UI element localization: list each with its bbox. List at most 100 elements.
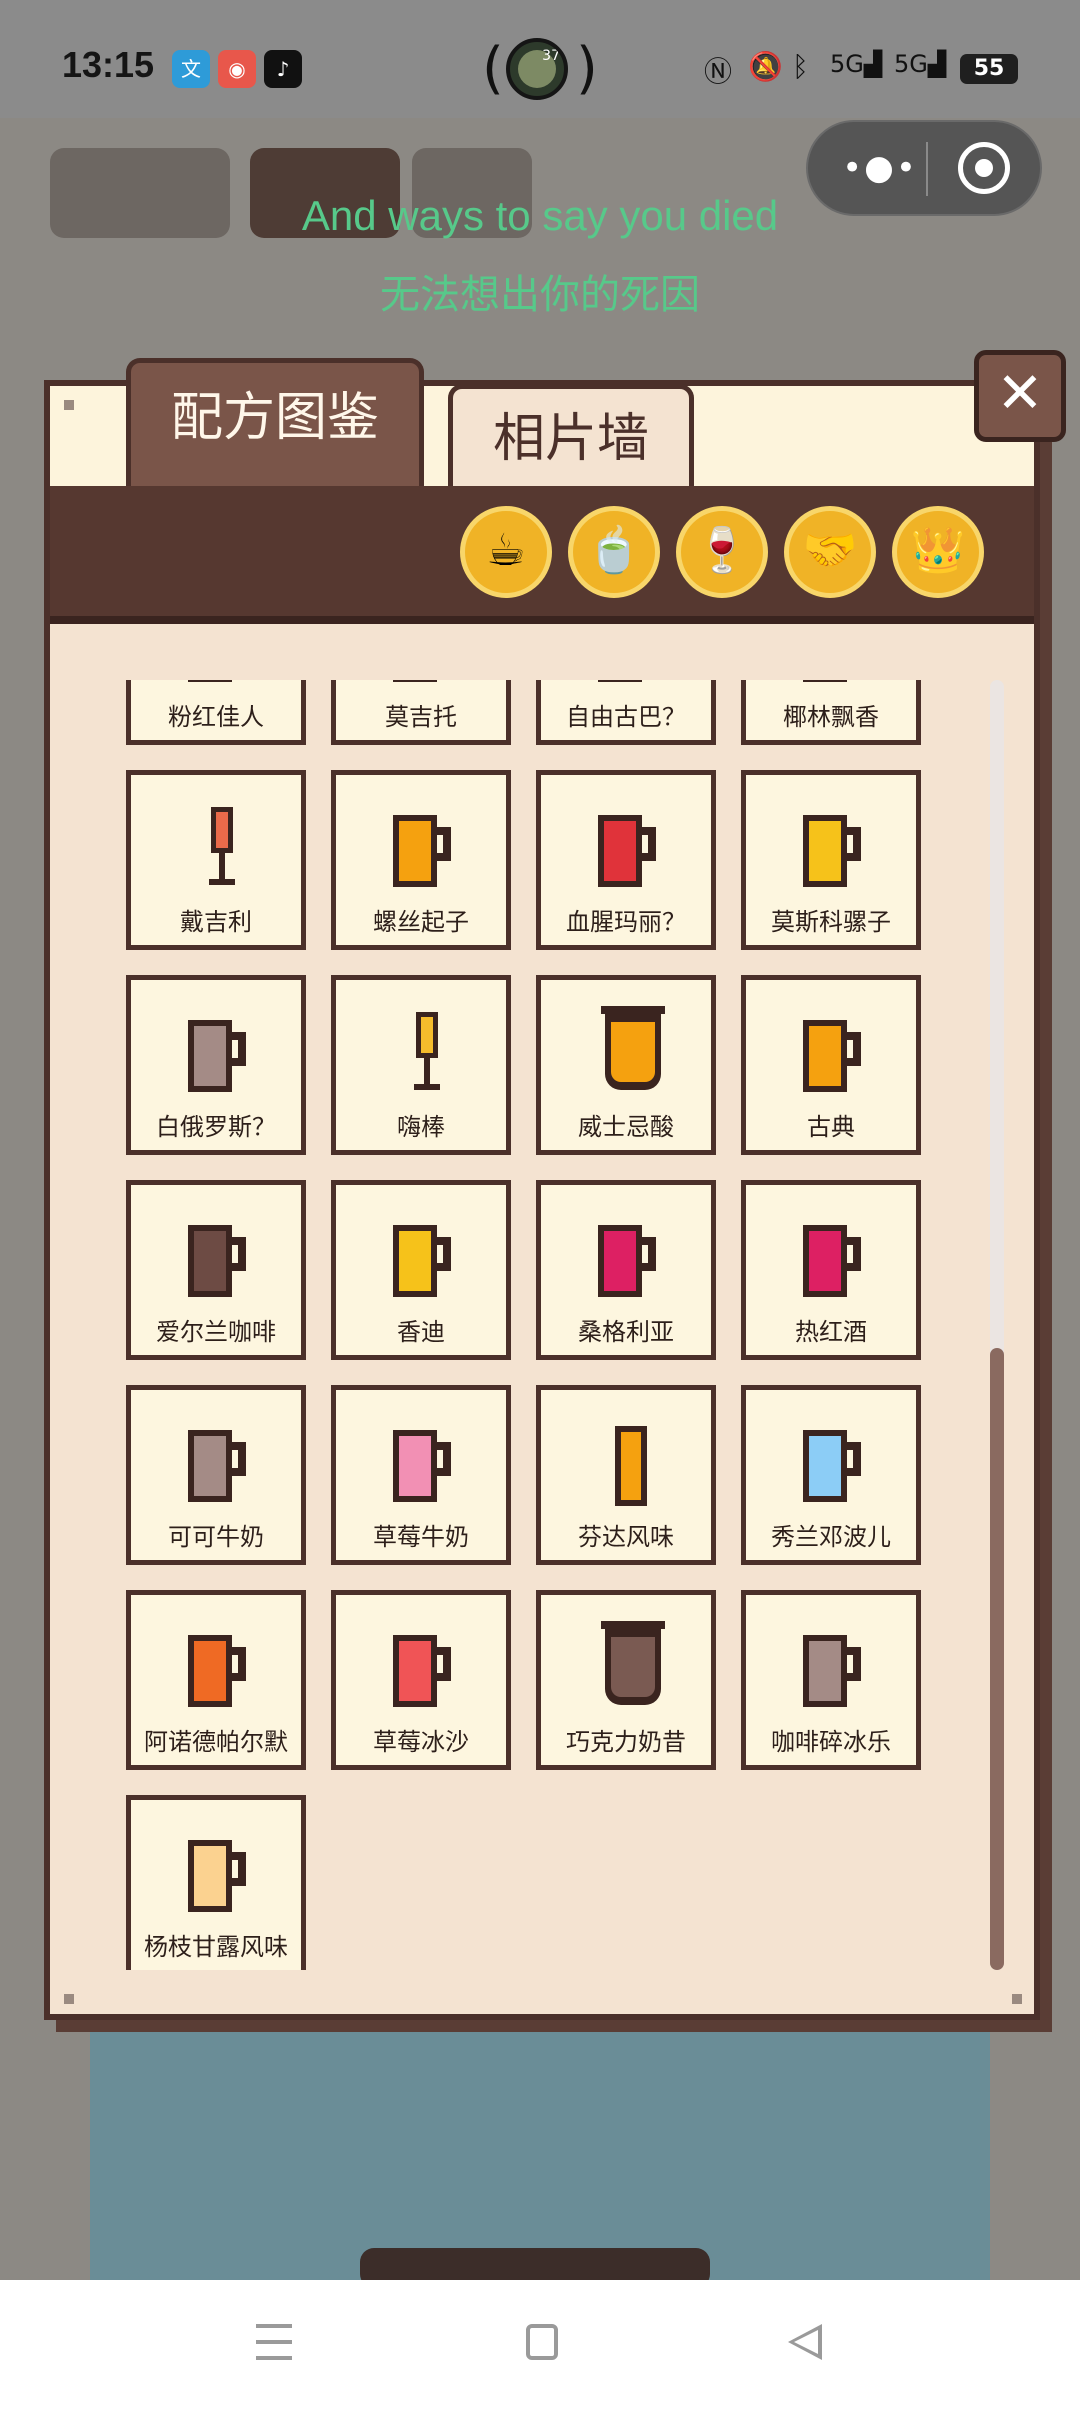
back-icon-inner <box>794 2330 818 2354</box>
corner-rivet <box>64 400 74 410</box>
recipe-name: 咖啡碎冰乐 <box>771 1728 891 1756</box>
stemmed-glass-icon <box>414 1012 440 1092</box>
clock: 13:15 <box>62 44 155 85</box>
stemmed-glass-icon <box>209 807 235 887</box>
recipe-card[interactable]: 戴吉利 <box>126 770 306 950</box>
recipe-name: 椰林飘香 <box>783 703 879 731</box>
recipe-name: 草莓冰沙 <box>373 1728 469 1756</box>
close-mini-program-button[interactable] <box>958 142 1010 194</box>
recipe-card[interactable]: 莫吉托 <box>331 680 511 745</box>
wine-icon[interactable]: 🍷 <box>676 506 768 598</box>
recipe-card[interactable]: 可可牛奶 <box>126 1385 306 1565</box>
recipe-name: 芬达风味 <box>578 1523 674 1551</box>
handshake-icon[interactable]: 🤝 <box>784 506 876 598</box>
mug-icon <box>393 1635 451 1707</box>
right-paren-icon: ) <box>576 36 598 101</box>
mug-icon <box>803 680 859 682</box>
scrollbar-track[interactable] <box>990 680 1004 1970</box>
recipe-card[interactable]: 自由古巴？ <box>536 680 716 745</box>
recipe-card[interactable]: 芬达风味 <box>536 1385 716 1565</box>
tea-icon[interactable]: 🍵 <box>568 506 660 598</box>
recipe-card[interactable]: 嗨棒 <box>331 975 511 1155</box>
close-button[interactable]: ✕ <box>974 350 1066 442</box>
left-paren-icon: ( <box>482 36 504 101</box>
recipe-card[interactable]: 威士忌酸 <box>536 975 716 1155</box>
mute-icon: 🔕 <box>748 50 783 83</box>
floating-avatar[interactable]: ( 37 ) <box>482 34 598 106</box>
home-icon[interactable] <box>526 2324 558 2360</box>
5g-signal-icon: 5G▟ <box>830 50 883 78</box>
avatar: 37 <box>506 38 568 100</box>
recipe-name: 可可牛奶 <box>168 1523 264 1551</box>
corner-rivet <box>64 1994 74 2004</box>
mug-icon <box>188 1840 246 1912</box>
recipe-card[interactable]: 螺丝起子 <box>331 770 511 950</box>
battery-icon: 55 <box>960 54 1018 84</box>
recipe-card[interactable]: 血腥玛丽？ <box>536 770 716 950</box>
recipe-card[interactable]: 热红酒 <box>741 1180 921 1360</box>
recipe-name: 自由古巴？ <box>566 703 686 731</box>
tall-glass-icon <box>615 1426 647 1506</box>
mug-icon <box>188 1225 246 1297</box>
recipe-grid[interactable]: 粉红佳人 莫吉托 自由古巴？ 椰林飘香戴吉利 螺丝起子 血腥玛丽？ 莫斯科骡子白俄罗斯？ 嗨棒… <box>126 680 986 1970</box>
recipe-name: 桑格利亚 <box>578 1318 674 1346</box>
more-options-button[interactable]: •●• <box>840 148 920 188</box>
recipe-card[interactable]: 香迪 <box>331 1180 511 1360</box>
tab-photo-wall[interactable]: 相片墙 <box>448 384 694 488</box>
wen-app-icon: 文 <box>172 50 210 88</box>
recipe-name: 血腥玛丽？ <box>566 908 686 936</box>
recipe-name: 香迪 <box>397 1318 445 1346</box>
recipe-card[interactable]: 杨枝甘露风味 <box>126 1795 306 1970</box>
avatar-badge: 37 <box>542 48 560 64</box>
battery-level: 55 <box>973 56 1005 81</box>
mug-icon <box>188 1635 246 1707</box>
mug-icon <box>803 1225 861 1297</box>
glass-icon <box>601 1006 665 1090</box>
tiktok-icon: ♪ <box>264 50 302 88</box>
status-bar: 13:15 文 ◉ ♪ ( 37 ) Ⓝ 🔕 ᛒ 5G▟ 5G▟ 55 <box>0 0 1080 118</box>
mug-icon <box>188 1020 246 1092</box>
navigation-bar <box>0 2280 1080 2412</box>
recipe-card[interactable]: 白俄罗斯？ <box>126 975 306 1155</box>
recipe-name: 热红酒 <box>795 1318 867 1346</box>
menu-icon[interactable] <box>256 2322 292 2362</box>
recipe-card[interactable]: 秀兰邓波儿 <box>741 1385 921 1565</box>
nfc-icon: Ⓝ <box>704 55 733 88</box>
recipe-name: 粉红佳人 <box>168 703 264 731</box>
mug-icon <box>598 680 654 682</box>
recipe-card[interactable]: 爱尔兰咖啡 <box>126 1180 306 1360</box>
5g-signal-icon: 5G▟ <box>894 50 947 78</box>
recipe-name: 巧克力奶昔 <box>566 1728 686 1756</box>
recipe-card[interactable]: 桑格利亚 <box>536 1180 716 1360</box>
recipe-card[interactable]: 椰林飘香 <box>741 680 921 745</box>
crown-icon[interactable]: 👑 <box>892 506 984 598</box>
recipe-card[interactable]: 古典 <box>741 975 921 1155</box>
recipe-card[interactable]: 草莓冰沙 <box>331 1590 511 1770</box>
recipe-card[interactable]: 粉红佳人 <box>126 680 306 745</box>
recipe-name: 爱尔兰咖啡 <box>156 1318 276 1346</box>
subtitle-english: And ways to say you died <box>301 192 779 239</box>
recipe-card[interactable]: 咖啡碎冰乐 <box>741 1590 921 1770</box>
tab-recipe-book[interactable]: 配方图鉴 <box>126 358 424 486</box>
recipe-name: 秀兰邓波儿 <box>771 1523 891 1551</box>
recipe-name: 草莓牛奶 <box>373 1523 469 1551</box>
bluetooth-icon: ᛒ <box>792 50 809 83</box>
scrollbar-thumb[interactable] <box>990 1348 1004 1970</box>
recipe-card[interactable]: 巧克力奶昔 <box>536 1590 716 1770</box>
recipe-name: 古典 <box>807 1113 855 1141</box>
mug-icon <box>803 1430 861 1502</box>
recipe-card[interactable]: 阿诺德帕尔默 <box>126 1590 306 1770</box>
recipe-name: 螺丝起子 <box>373 908 469 936</box>
recipe-name: 戴吉利 <box>180 908 252 936</box>
mug-icon <box>188 680 244 682</box>
mug-icon <box>803 1020 861 1092</box>
recipe-card[interactable]: 草莓牛奶 <box>331 1385 511 1565</box>
mug-icon <box>393 1225 451 1297</box>
recipe-book-modal: 配方图鉴 相片墙 ☕ 🍵 🍷 🤝 👑 粉红佳人 莫吉托 自由古巴？ 椰林飘香戴吉利 螺丝… <box>44 358 1040 2020</box>
coffee-icon[interactable]: ☕ <box>460 506 552 598</box>
recipe-card[interactable]: 莫斯科骡子 <box>741 770 921 950</box>
mug-icon <box>803 1635 861 1707</box>
recipe-name: 莫吉托 <box>385 703 457 731</box>
mug-icon <box>598 1225 656 1297</box>
recipe-name: 杨枝甘露风味 <box>144 1933 288 1961</box>
